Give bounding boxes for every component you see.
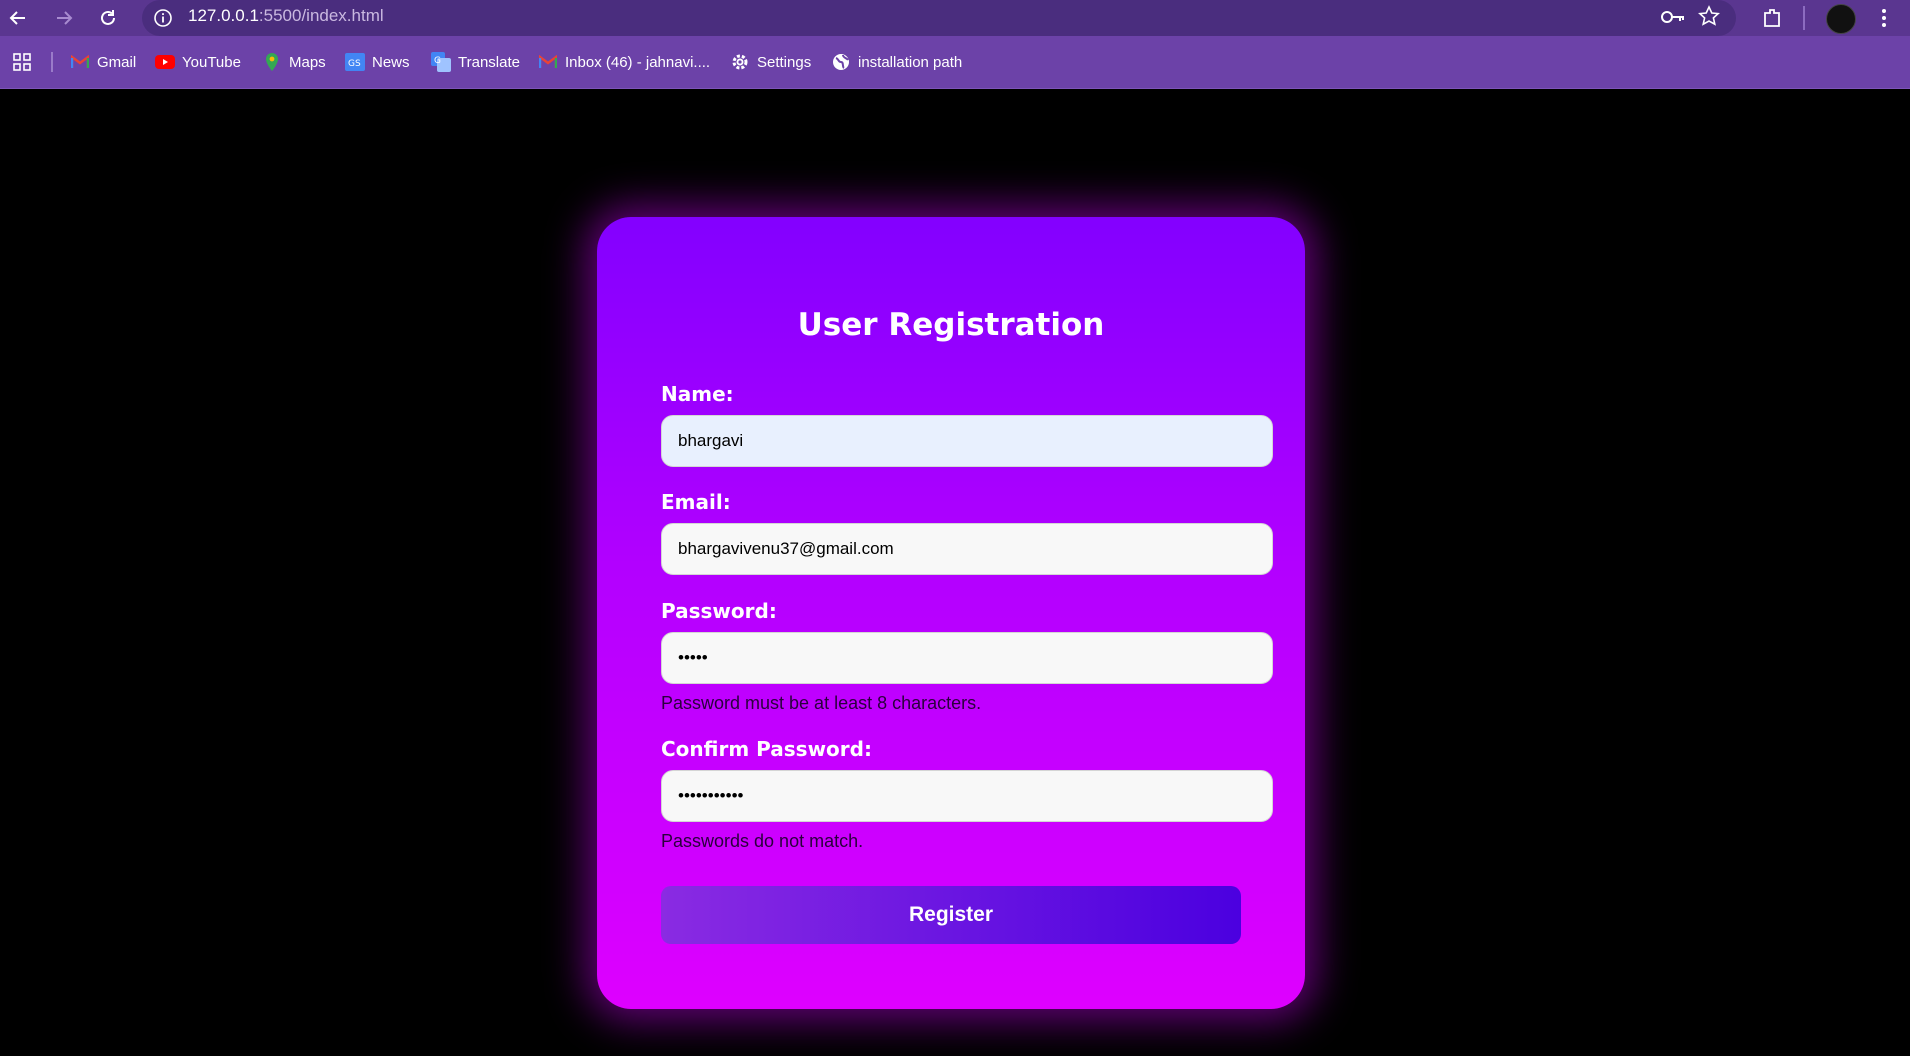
bookmark-news[interactable]: GS News xyxy=(345,49,410,75)
bookmark-youtube[interactable]: YouTube xyxy=(155,49,241,75)
svg-text:G: G xyxy=(434,56,441,66)
site-info-icon[interactable] xyxy=(152,7,174,29)
bookmark-maps[interactable]: Maps xyxy=(262,49,326,75)
translate-icon: G xyxy=(431,52,451,72)
registration-card: User Registration Name: bhargavi Email: … xyxy=(597,217,1305,1009)
bookmark-star-icon[interactable] xyxy=(1697,5,1721,32)
forward-icon[interactable] xyxy=(50,4,78,32)
password-label: Password: xyxy=(661,599,777,623)
bookmarks-bar: Gmail YouTube Maps GS News G Translate I… xyxy=(0,36,1910,89)
news-icon: GS xyxy=(345,52,365,72)
register-button[interactable]: Register xyxy=(661,886,1241,944)
bookmark-inbox[interactable]: Inbox (46) - jahnavi.... xyxy=(538,49,710,75)
address-bar[interactable]: 127.0.0.1:5500/index.html xyxy=(142,0,1736,36)
email-input[interactable]: bhargavivenu37@gmail.com xyxy=(661,523,1273,575)
gmail-icon xyxy=(70,52,90,72)
bookmark-gmail[interactable]: Gmail xyxy=(70,49,136,75)
youtube-icon xyxy=(155,52,175,72)
password-error: Password must be at least 8 characters. xyxy=(661,693,982,713)
extensions-icon[interactable] xyxy=(1758,4,1786,32)
confirm-password-input[interactable]: ••••••••••• xyxy=(661,770,1273,822)
bookmark-installation-path[interactable]: installation path xyxy=(831,49,962,75)
password-input[interactable]: ••••• xyxy=(661,632,1273,684)
apps-grid-icon[interactable] xyxy=(12,49,32,75)
maps-icon xyxy=(262,52,282,72)
name-label: Name: xyxy=(661,382,734,406)
password-key-icon[interactable] xyxy=(1660,5,1686,34)
globe-icon xyxy=(831,52,851,72)
browser-toolbar: 127.0.0.1:5500/index.html xyxy=(0,0,1910,36)
confirm-password-input-value: ••••••••••• xyxy=(678,786,744,805)
confirm-password-error: Passwords do not match. xyxy=(661,831,864,851)
password-input-value: ••••• xyxy=(678,648,708,667)
bookmark-settings[interactable]: Settings xyxy=(730,49,811,75)
confirm-password-label: Confirm Password: xyxy=(661,737,872,761)
bookmarks-divider xyxy=(51,52,53,72)
bookmark-translate[interactable]: G Translate xyxy=(431,49,520,75)
email-label: Email: xyxy=(661,490,731,514)
back-icon[interactable] xyxy=(4,4,32,32)
form-title: User Registration xyxy=(797,307,1105,343)
toolbar-divider xyxy=(1803,6,1805,30)
svg-text:GS: GS xyxy=(348,59,361,69)
gear-icon xyxy=(730,52,750,72)
reload-icon[interactable] xyxy=(94,4,122,32)
email-input-value: bhargavivenu37@gmail.com xyxy=(678,539,894,558)
gmail-icon xyxy=(538,52,558,72)
name-input[interactable]: bhargavi xyxy=(661,415,1273,467)
profile-avatar[interactable] xyxy=(1826,4,1856,34)
menu-kebab-icon[interactable] xyxy=(1870,4,1898,32)
name-input-value: bhargavi xyxy=(678,431,744,450)
url-text: 127.0.0.1:5500/index.html xyxy=(188,6,384,25)
